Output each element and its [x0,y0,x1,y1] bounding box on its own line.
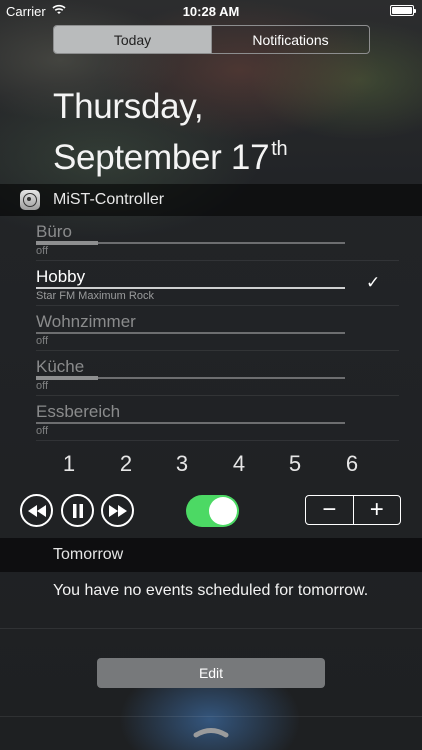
volume-up-button[interactable]: + [352,496,401,524]
widget-header[interactable]: MiST-Controller [0,184,422,216]
mist-controller-app-icon [20,190,40,210]
room-volume-bar [36,376,345,380]
tab-notifications[interactable]: Notifications [211,26,369,53]
tomorrow-header: Tomorrow [0,538,422,572]
room-item-kueche[interactable]: Küche off [36,351,399,396]
room-name: Wohnzimmer [36,312,136,331]
rooms-list: Büro off Hobby Star FM Maximum Rock ✓ Wo… [0,216,422,441]
preset-button-2[interactable]: 2 [111,451,141,477]
room-volume-bar [36,422,345,424]
clock: 10:28 AM [182,4,240,19]
volume-down-button[interactable]: − [306,496,353,524]
preset-button-1[interactable]: 1 [54,451,84,477]
room-volume-bar [36,241,345,245]
section-divider [0,716,422,717]
room-name: Büro [36,222,72,241]
room-volume-bar [36,287,345,289]
date-month-day: September 17th [53,128,288,179]
tomorrow-title: Tomorrow [53,546,124,563]
power-toggle[interactable] [186,495,239,527]
grabber-handle-icon[interactable] [193,726,229,738]
today-notifications-tabs: Today Notifications [53,25,370,54]
preset-button-3[interactable]: 3 [167,451,197,477]
checkmark-icon: ✓ [366,273,381,292]
preset-button-6[interactable]: 6 [337,451,367,477]
date-month-day-text: September 17 [53,138,270,177]
widget-title: MiST-Controller [53,191,165,208]
no-events-message: You have no events scheduled for tomorro… [53,582,369,599]
room-volume-bar [36,332,345,334]
preset-button-4[interactable]: 4 [224,451,254,477]
rewind-icon [27,504,46,517]
preset-buttons: 1 2 3 4 5 6 [0,451,422,483]
fast-forward-button[interactable] [101,494,134,527]
room-status: off [36,380,49,392]
playback-controls: − + [0,493,422,533]
pause-icon [72,503,83,518]
status-bar: Carrier 10:28 AM [0,0,422,22]
pause-button[interactable] [61,494,94,527]
date-weekday: Thursday, [53,87,204,126]
fast-forward-icon [108,504,127,517]
room-name: Küche [36,357,85,376]
room-item-wohnzimmer[interactable]: Wohnzimmer off [36,306,399,351]
date-heading: Thursday, September 17th [53,86,288,179]
tab-today[interactable]: Today [54,26,211,53]
room-name: Hobby [36,267,86,286]
room-status: Star FM Maximum Rock [36,290,154,302]
section-divider [0,628,422,629]
edit-button[interactable]: Edit [97,658,325,688]
volume-stepper: − + [305,495,401,525]
battery-icon [390,5,416,16]
date-ordinal-suffix: th [271,138,288,160]
room-status: off [36,425,49,437]
rewind-button[interactable] [20,494,53,527]
room-item-buero[interactable]: Büro off [36,216,399,261]
toggle-knob [209,497,237,525]
room-item-hobby[interactable]: Hobby Star FM Maximum Rock ✓ [36,261,399,306]
room-item-essbereich[interactable]: Essbereich off [36,396,399,441]
room-status: off [36,335,49,347]
room-name: Essbereich [36,402,121,421]
room-status: off [36,245,49,257]
preset-button-5[interactable]: 5 [280,451,310,477]
